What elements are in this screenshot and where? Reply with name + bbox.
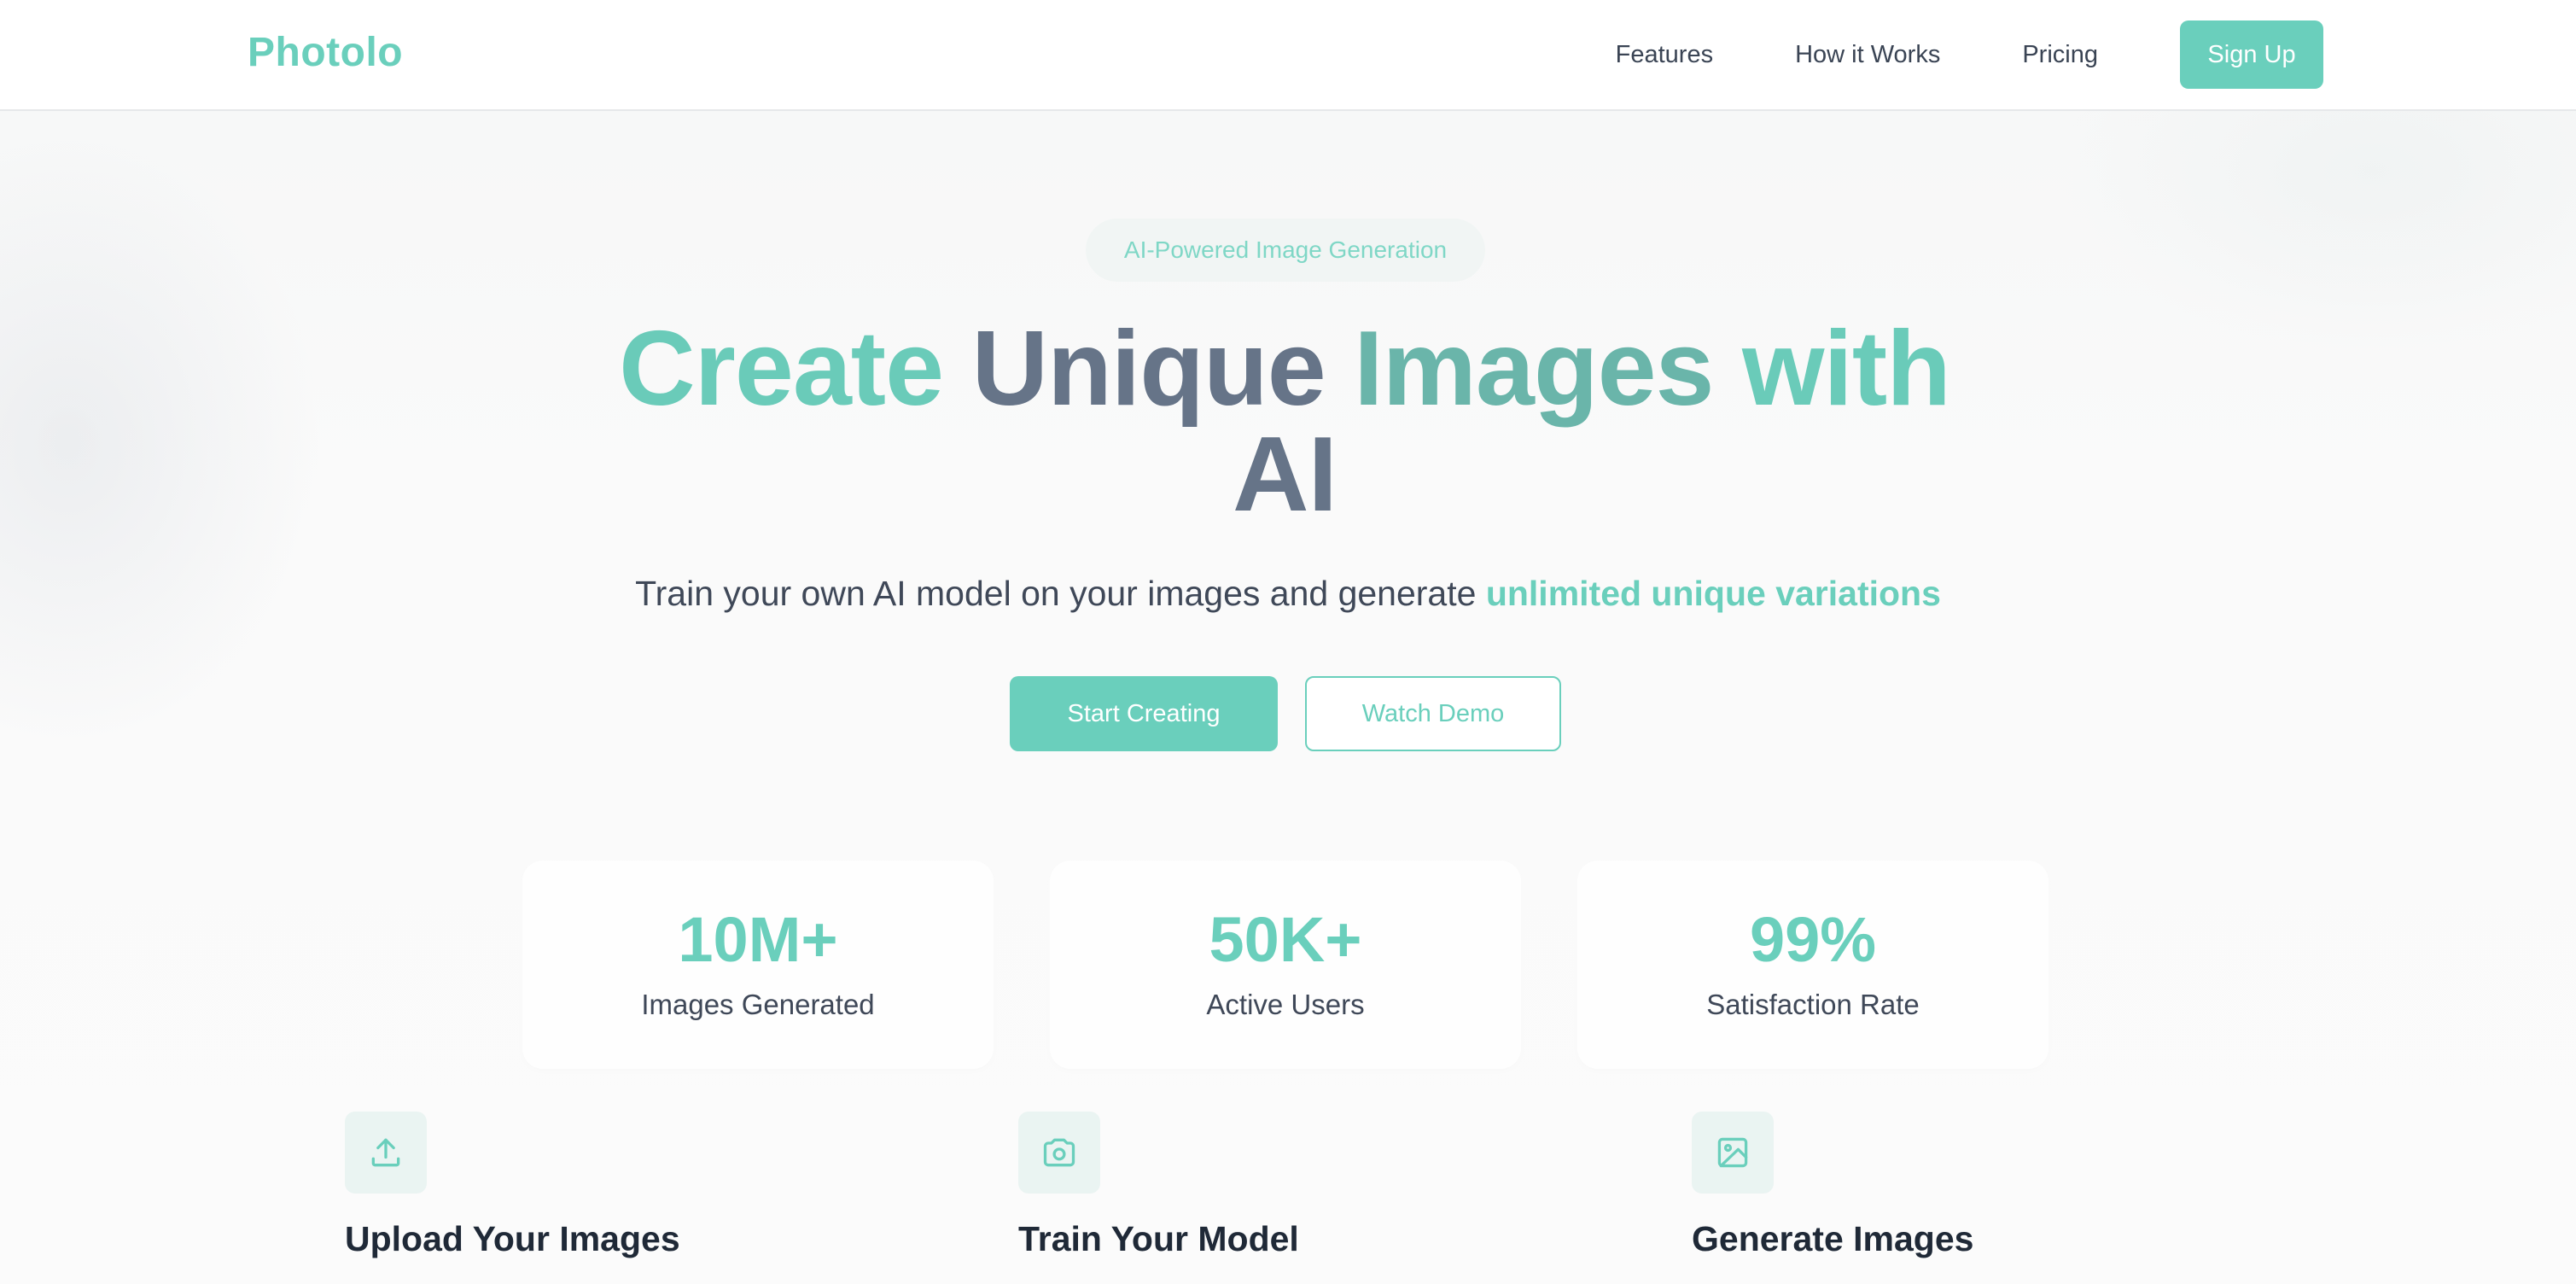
start-creating-button[interactable]: Start Creating	[1010, 676, 1278, 751]
hero-title-word-unique: Unique	[971, 310, 1326, 428]
hero-badge: AI-Powered Image Generation	[1086, 219, 1485, 282]
stat-value: 99%	[1749, 904, 1877, 975]
watch-demo-button[interactable]: Watch Demo	[1305, 676, 1561, 751]
stat-value: 50K+	[1209, 904, 1362, 975]
stat-card: 50K+ Active Users	[1050, 861, 1521, 1069]
camera-icon	[1018, 1112, 1100, 1194]
stat-card: 99% Satisfaction Rate	[1577, 861, 2049, 1069]
feature-card-train: Train Your Model	[1018, 1112, 1530, 1282]
hero-title-word-images: Images	[1354, 310, 1714, 428]
hero-title-word-create: Create	[619, 310, 944, 428]
hero-subtitle: Train your own AI model on your images a…	[427, 574, 2149, 614]
stat-card: 10M+ Images Generated	[522, 861, 994, 1069]
hero-title-word-ai: AI	[1233, 416, 1338, 534]
image-icon	[1692, 1112, 1774, 1194]
stat-label: Active Users	[1206, 989, 1365, 1020]
hero-subtitle-text: Train your own AI model on your images a…	[635, 574, 1486, 613]
nav-link-features[interactable]: Features	[1616, 41, 1713, 69]
stat-label: Satisfaction Rate	[1706, 989, 1920, 1020]
feature-title: Generate Images	[1692, 1219, 1974, 1258]
feature-card-generate: Generate Images	[1692, 1112, 2204, 1282]
feature-title: Upload Your Images	[345, 1219, 680, 1258]
sign-up-button[interactable]: Sign Up	[2180, 20, 2323, 89]
top-navbar: Photolo Features How it Works Pricing Si…	[0, 0, 2576, 111]
stat-value: 10M+	[678, 904, 838, 975]
nav-link-how-it-works[interactable]: How it Works	[1795, 41, 1940, 69]
upload-icon	[345, 1112, 427, 1194]
feature-card-upload: Upload Your Images	[345, 1112, 857, 1282]
nav-link-pricing[interactable]: Pricing	[2022, 41, 2098, 69]
page-background	[0, 0, 2576, 1284]
hero-title: Create Unique Images with AI	[597, 316, 1972, 528]
feature-title: Train Your Model	[1018, 1219, 1299, 1258]
main-nav: Features How it Works Pricing Sign Up	[1616, 20, 2323, 89]
hero-title-word-with: with	[1741, 310, 1951, 428]
brand-logo[interactable]: Photolo	[248, 29, 403, 76]
stat-label: Images Generated	[641, 989, 875, 1020]
hero-subtitle-highlight: unlimited unique variations	[1485, 574, 1941, 613]
